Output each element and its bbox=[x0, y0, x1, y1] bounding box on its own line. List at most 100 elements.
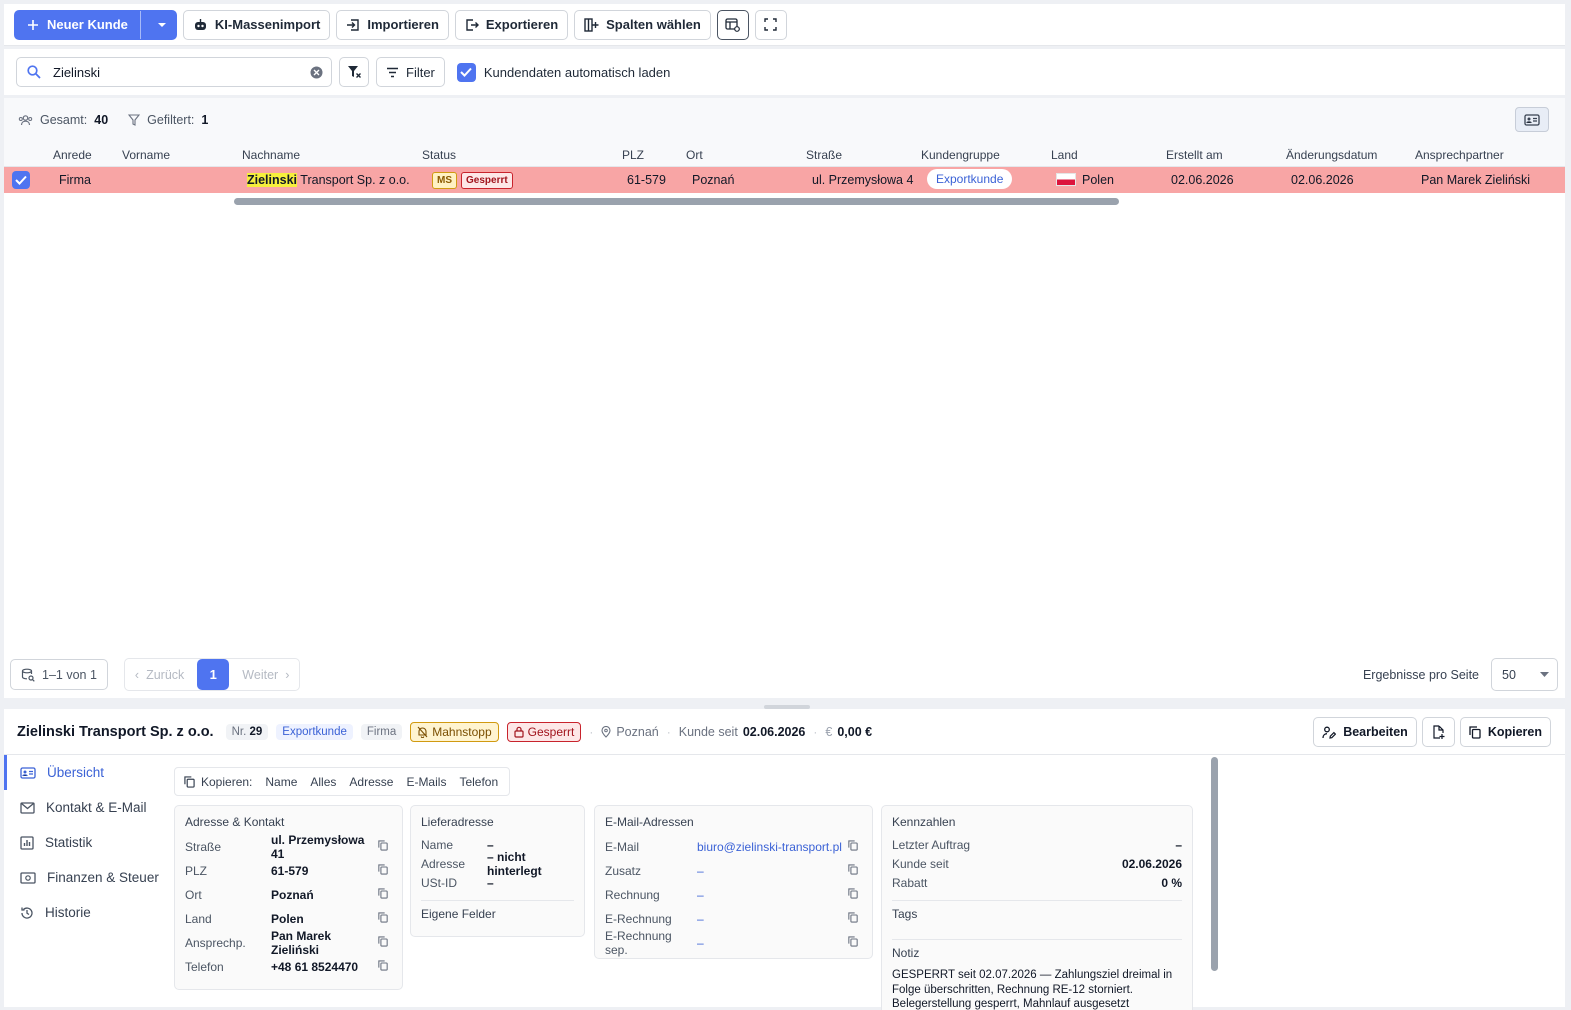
col-land[interactable]: Land bbox=[1051, 148, 1078, 162]
col-plz[interactable]: PLZ bbox=[622, 148, 644, 162]
divider bbox=[892, 900, 1182, 901]
col-kundengruppe[interactable]: Kundengruppe bbox=[921, 148, 1000, 162]
col-ansprechpartner[interactable]: Ansprechpartner bbox=[1415, 148, 1504, 162]
users-icon bbox=[18, 114, 33, 126]
email-row: E-Rechnung – bbox=[605, 907, 862, 931]
prev-page-button[interactable]: ‹ Zurück bbox=[124, 659, 195, 690]
field-label: E-Rechnung sep. bbox=[605, 929, 672, 957]
ai-import-button[interactable]: KI-Massenimport bbox=[182, 9, 331, 40]
cell-plz: 61-579 bbox=[627, 173, 666, 187]
copy-icon[interactable] bbox=[848, 840, 862, 854]
fullscreen-button[interactable] bbox=[754, 9, 787, 40]
import-button[interactable]: Importieren bbox=[336, 9, 449, 40]
field-label: Ansprechp. bbox=[185, 936, 246, 950]
col-strasse[interactable]: Straße bbox=[806, 148, 842, 162]
card-view-button[interactable] bbox=[1515, 107, 1549, 132]
copy-icon[interactable] bbox=[848, 912, 862, 926]
new-customer-button[interactable]: Neuer Kunde bbox=[15, 10, 141, 39]
copy-all-button[interactable]: Alles bbox=[310, 775, 336, 789]
nav-statistics[interactable]: Statistik bbox=[4, 825, 164, 860]
nr-value: 29 bbox=[249, 725, 263, 738]
field-value: 61-579 bbox=[271, 864, 309, 878]
table-row[interactable]: Firma Zielinski Transport Sp. z o.o. MS … bbox=[4, 167, 1565, 193]
since-value: 02.06.2026 bbox=[742, 724, 806, 739]
nav-finance[interactable]: Finanzen & Steuer bbox=[4, 860, 164, 895]
copy-icon[interactable] bbox=[378, 888, 392, 902]
kpi-row: Letzter Auftrag – bbox=[892, 835, 1182, 854]
horizontal-scrollbar[interactable] bbox=[234, 198, 1119, 205]
copy-icon[interactable] bbox=[378, 912, 392, 926]
field-label: Ort bbox=[185, 888, 202, 902]
email-link[interactable]: biuro@zielinski-transport.pl bbox=[697, 840, 848, 854]
id-card-icon bbox=[1524, 113, 1540, 126]
col-ort[interactable]: Ort bbox=[686, 148, 703, 162]
kpi-row: Kunde seit 02.06.2026 bbox=[892, 854, 1182, 873]
clear-filter-button[interactable] bbox=[339, 57, 369, 87]
kpi-card: Kennzahlen Letzter Auftrag – Kunde seit 02… bbox=[881, 805, 1193, 1010]
field-label: USt-ID bbox=[421, 875, 457, 890]
nav-history[interactable]: Historie bbox=[4, 895, 164, 930]
copy-name-button[interactable]: Name bbox=[265, 775, 297, 789]
nav-history-label: Historie bbox=[45, 905, 91, 920]
next-page-button[interactable]: Weiter › bbox=[232, 659, 300, 690]
field-label: Name bbox=[421, 837, 454, 852]
table-settings-button[interactable] bbox=[716, 9, 749, 40]
field-value: Pan Marek Zieliński bbox=[271, 929, 332, 957]
nav-overview[interactable]: Übersicht bbox=[4, 755, 164, 790]
filter-button[interactable]: Filter bbox=[376, 57, 445, 87]
history-icon bbox=[20, 906, 34, 920]
copy-phone-button[interactable]: Telefon bbox=[459, 775, 498, 789]
export-button[interactable]: Exportieren bbox=[454, 9, 569, 40]
address-row: Ansprechp. Pan Marek Zieliński bbox=[185, 929, 392, 957]
field-label: Zusatz bbox=[605, 864, 642, 878]
field-value: – bbox=[1175, 837, 1182, 852]
city-text: Poznań bbox=[616, 724, 659, 739]
copy-icon[interactable] bbox=[378, 840, 392, 854]
page-1-button[interactable]: 1 bbox=[197, 659, 230, 690]
divider bbox=[892, 939, 1182, 940]
choose-columns-button[interactable]: Spalten wählen bbox=[574, 9, 711, 40]
col-nachname[interactable]: Nachname bbox=[242, 148, 300, 162]
col-vorname[interactable]: Vorname bbox=[122, 148, 170, 162]
search-box bbox=[16, 57, 332, 87]
per-page-select[interactable]: 50 bbox=[1491, 658, 1558, 691]
copy-emails-button[interactable]: E-Mails bbox=[406, 775, 446, 789]
poland-flag-icon bbox=[1056, 173, 1076, 186]
kpi-row: Rabatt 0 % bbox=[892, 873, 1182, 892]
fullscreen-icon bbox=[764, 18, 777, 31]
copy-icon[interactable] bbox=[848, 864, 862, 878]
copy-icon[interactable] bbox=[848, 888, 862, 902]
copy-bar: Kopieren: Name Alles Adresse E-Mails Tel… bbox=[174, 767, 511, 796]
autoload-label: Kundendaten automatisch laden bbox=[483, 64, 671, 80]
copy-address-button[interactable]: Adresse bbox=[349, 775, 393, 789]
filter-lines-icon bbox=[386, 67, 399, 78]
export-label: Exportieren bbox=[485, 17, 559, 32]
checkmark-icon bbox=[15, 175, 27, 185]
col-anrede[interactable]: Anrede bbox=[53, 148, 92, 162]
table-header: Anrede Vorname Nachname Status PLZ Ort S… bbox=[4, 142, 1565, 167]
copy-customer-button[interactable]: Kopieren bbox=[1459, 717, 1551, 747]
new-document-button[interactable] bbox=[1421, 717, 1455, 747]
col-erstellt[interactable]: Erstellt am bbox=[1166, 148, 1223, 162]
nav-contact[interactable]: Kontakt & E-Mail bbox=[4, 790, 164, 825]
search-input[interactable] bbox=[53, 64, 298, 80]
col-aenderung[interactable]: Änderungsdatum bbox=[1286, 148, 1377, 162]
clear-search-icon[interactable] bbox=[310, 66, 323, 79]
autoload-checkbox[interactable] bbox=[456, 62, 476, 82]
nav-overview-label: Übersicht bbox=[47, 765, 105, 780]
copy-icon[interactable] bbox=[848, 936, 862, 950]
copy-icon[interactable] bbox=[378, 936, 392, 950]
vertical-scrollbar[interactable] bbox=[1211, 757, 1218, 971]
total-stat: Gesamt: 40 bbox=[18, 113, 108, 127]
copy-icon[interactable] bbox=[378, 864, 392, 878]
export-icon bbox=[465, 18, 479, 32]
delivery-card-title: Lieferadresse bbox=[421, 815, 494, 829]
customer-title: Zielinski Transport Sp. z o.o. bbox=[17, 723, 214, 740]
col-status[interactable]: Status bbox=[422, 148, 456, 162]
map-pin-icon bbox=[601, 725, 611, 738]
edit-button[interactable]: Bearbeiten bbox=[1313, 717, 1417, 747]
field-label: Rechnung bbox=[605, 888, 660, 902]
copy-icon[interactable] bbox=[378, 960, 392, 974]
row-checkbox[interactable] bbox=[12, 171, 30, 189]
new-customer-dropdown[interactable] bbox=[148, 11, 176, 39]
